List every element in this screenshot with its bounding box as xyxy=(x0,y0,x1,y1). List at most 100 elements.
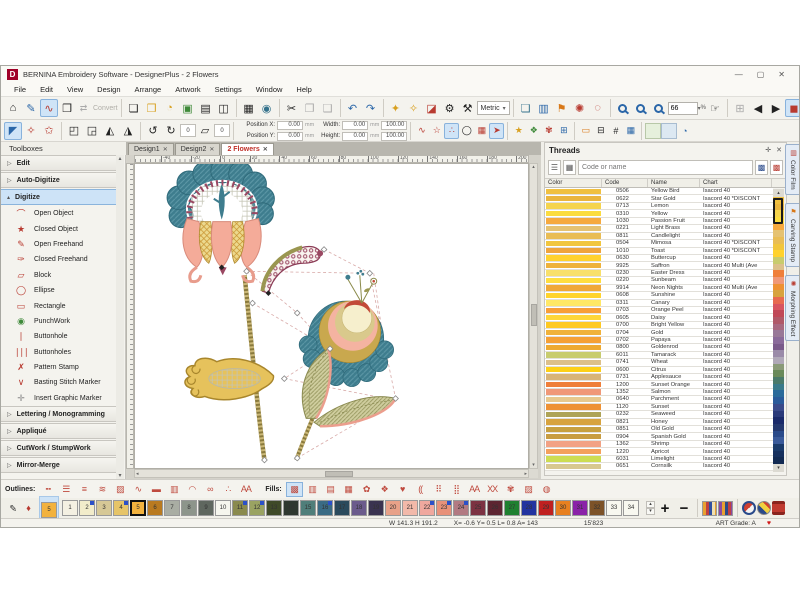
tab-close-icon[interactable]: ✕ xyxy=(163,146,168,153)
palette-swatch[interactable]: 28 xyxy=(521,500,537,516)
current-color-swatch[interactable]: 5 xyxy=(41,502,57,518)
Cornsilk[interactable]: 0651 Cornsilk Isacord 40 xyxy=(545,463,773,470)
minimap-up-icon[interactable]: ▴ xyxy=(773,189,784,197)
menu-item[interactable]: Design xyxy=(90,83,127,96)
Sunshine[interactable]: 0608 Sunshine Isacord 40 xyxy=(545,292,773,299)
Honey[interactable]: 0821 Honey Isacord 40 xyxy=(545,419,773,426)
insert-design-icon[interactable]: ✦ xyxy=(387,99,405,117)
tool-basting-stitch-marker[interactable]: ∨ Basting Stitch Marker xyxy=(1,375,125,390)
thread-chart2-icon[interactable]: ▩ xyxy=(770,160,783,175)
column-header[interactable]: Name xyxy=(648,179,700,187)
zoom-level-combo[interactable]: ▾ xyxy=(668,102,701,115)
hoop-icon[interactable]: ◉ xyxy=(258,99,276,117)
palette-swatch[interactable]: 22 xyxy=(419,500,435,516)
minimize-button[interactable]: — xyxy=(735,70,743,79)
zoom-icon[interactable] xyxy=(650,99,668,117)
Candlelight[interactable]: 0811 Candlelight Isacord 40 xyxy=(545,233,773,240)
outline-candlewicking[interactable]: ∴ xyxy=(219,482,236,497)
tool-buttonholes[interactable]: ∣∣∣ Buttonholes xyxy=(1,345,125,360)
undo-icon[interactable]: ↶ xyxy=(344,99,362,117)
toolbox-applique[interactable]: ▷ Appliqué xyxy=(1,423,118,439)
scroll-left-icon[interactable]: ◂ xyxy=(136,471,139,477)
Citrus[interactable]: 0600 Citrus Isacord 40 xyxy=(545,367,773,374)
tab-design1[interactable]: Design1 ✕ xyxy=(128,143,174,155)
outline-satin-wide[interactable]: ▬ xyxy=(147,482,164,497)
scale-x-field[interactable]: 100.00 xyxy=(381,121,407,130)
previous-design-icon[interactable]: ◀ xyxy=(749,99,767,117)
palette-spinner[interactable]: ▴ ▾ xyxy=(646,501,655,515)
thread-colors-icon[interactable] xyxy=(702,501,717,516)
palette-swatch[interactable]: 29 xyxy=(538,500,554,516)
fill-motif[interactable]: ❖ xyxy=(376,482,393,497)
Buttercup[interactable]: 0630 Buttercup Isacord 40 xyxy=(545,255,773,262)
fill-pattern-x[interactable]: XX xyxy=(484,482,501,497)
thread-minimap[interactable]: ▴ ▾ xyxy=(773,189,784,472)
outline-bridge[interactable]: ◠ xyxy=(183,482,200,497)
Passion Fruit[interactable]: 1030 Passion Fruit Isacord 40 xyxy=(545,218,773,225)
tool-closed-object[interactable]: ★ Closed Object xyxy=(1,221,125,236)
new-design-icon[interactable]: ❏ xyxy=(125,99,143,117)
fill-globe[interactable]: ◍ xyxy=(538,482,555,497)
mesh-icon[interactable]: ⊞ xyxy=(731,99,749,117)
Seaweed[interactable]: 0232 Seaweed Isacord 40 xyxy=(545,411,773,418)
palette-swatch[interactable]: 15 xyxy=(300,500,316,516)
print-preview-icon[interactable]: ◫ xyxy=(215,99,233,117)
horizontal-scroll-thumb[interactable] xyxy=(325,471,353,477)
position-y-field[interactable]: 0.00 xyxy=(277,132,303,141)
palette-swatch[interactable]: 17 xyxy=(334,500,350,516)
scale-up-icon[interactable]: ◲ xyxy=(83,122,101,140)
Lemon[interactable]: 0713 Lemon Isacord 40 xyxy=(545,203,773,210)
Tamarack[interactable]: 6011 Tamarack Isacord 40 xyxy=(545,352,773,359)
column-header[interactable]: Code xyxy=(602,179,648,187)
palette-swatch[interactable]: 6 xyxy=(147,500,163,516)
toolbox-section-digitize[interactable]: ▴ Digitize xyxy=(1,189,118,205)
toolbox-auto-digitize[interactable]: ▷ Auto-Digitize xyxy=(1,172,118,188)
close-panel-icon[interactable]: ✕ xyxy=(776,146,782,154)
select-tool-icon[interactable]: ◤ xyxy=(4,122,22,140)
tulip-flower[interactable] xyxy=(167,164,274,282)
Toast[interactable]: 1010 Toast Isacord 40 *DISCONT xyxy=(545,248,773,255)
open-designs-icon[interactable]: ❒ xyxy=(58,99,76,117)
spin-tool-icon[interactable]: ◔ xyxy=(677,123,692,139)
pattern-grid-icon[interactable]: ▦ xyxy=(474,123,489,139)
carving-stamp-icon[interactable]: ⚑ xyxy=(553,99,571,117)
units-dropdown[interactable]: Metric▾ xyxy=(477,101,510,115)
embroidery-design[interactable] xyxy=(135,164,528,468)
palette-swatch[interactable]: 4 xyxy=(113,500,129,516)
tab-close-icon[interactable]: ✕ xyxy=(209,146,214,153)
Goldenrod[interactable]: 0800 Goldenrod Isacord 40 xyxy=(545,344,773,351)
Wheat[interactable]: 0741 Wheat Isacord 40 xyxy=(545,359,773,366)
zoom-level-input[interactable] xyxy=(668,102,698,115)
doc-grid-icon[interactable]: ⊟ xyxy=(593,123,608,139)
open-recent-icon[interactable]: ◔ xyxy=(161,99,179,117)
tool-rectangle[interactable]: ▭ Rectangle xyxy=(1,298,125,313)
tool-buttonhole[interactable]: ∣ Buttonhole xyxy=(1,329,125,344)
menu-item[interactable]: Settings xyxy=(208,83,249,96)
embroidery-canvas-icon[interactable]: ∿ xyxy=(40,99,58,117)
side-tab-color-film[interactable]: ▥ Color Film xyxy=(785,144,799,195)
column-header[interactable]: Chart xyxy=(700,179,772,187)
palette-swatch[interactable]: 21 xyxy=(402,500,418,516)
scale-y-field[interactable]: 100.00 xyxy=(381,132,407,141)
Star Gold[interactable]: 0622 Star Gold Isacord 40 *DISCONT xyxy=(545,195,773,202)
fill-stipple[interactable]: ⠿ xyxy=(430,482,447,497)
match-threads-icon[interactable] xyxy=(718,501,733,516)
flower-tool-icon[interactable]: ✾ xyxy=(541,123,556,139)
add-color-button[interactable]: + xyxy=(656,500,674,517)
show-grid-icon[interactable]: # xyxy=(608,123,623,139)
menu-item[interactable]: View xyxy=(60,83,90,96)
Mimosa[interactable]: 0504 Mimosa Isacord 40 *DISCONT xyxy=(545,240,773,247)
tool-open-freehand[interactable]: ✎ Open Freehand xyxy=(1,237,125,252)
minimap-viewport[interactable] xyxy=(773,198,783,224)
Daisy[interactable]: 0605 Daisy Isacord 40 xyxy=(545,314,773,321)
toolbox-mirror-merge[interactable]: ▷ Mirror-Merge xyxy=(1,457,118,473)
scale-down-icon[interactable]: ◰ xyxy=(65,122,83,140)
print-icon[interactable]: ▤ xyxy=(197,99,215,117)
palette-swatch[interactable]: 7 xyxy=(164,500,180,516)
Neon Nights[interactable]: 9914 Neon Nights Isacord 40 Multi (Ave xyxy=(545,285,773,292)
menu-item[interactable]: Window xyxy=(249,83,290,96)
fill-pattern-a[interactable]: AA xyxy=(466,482,483,497)
Yellow Bird[interactable]: 0506 Yellow Bird Isacord 40 xyxy=(545,188,773,195)
tool-punchwork[interactable]: ◉ PunchWork xyxy=(1,314,125,329)
export-design-icon[interactable]: ◪ xyxy=(423,99,441,117)
